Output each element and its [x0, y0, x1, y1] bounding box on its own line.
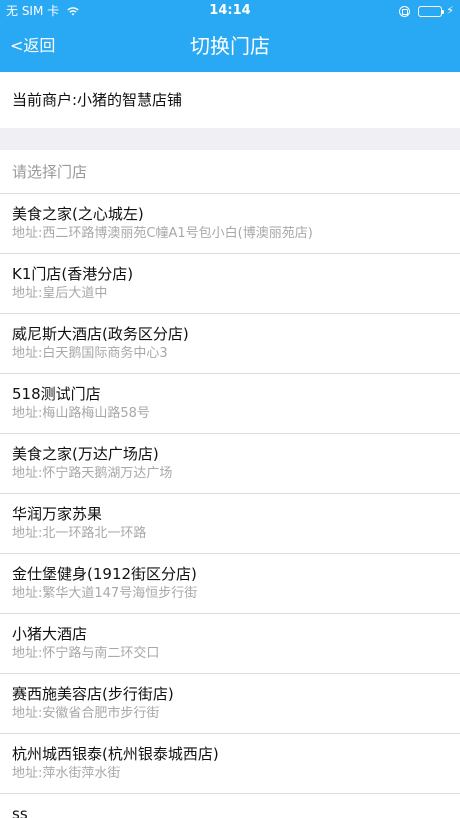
- current-merchant-label: 当前商户:小猪的智慧店铺: [0, 72, 460, 128]
- store-name: 金仕堡健身(1912街区分店): [12, 565, 197, 583]
- store-list-item[interactable]: 美食之家(之心城左) 地址:西二环路博澳丽苑C幢A1号包小白(博澳丽苑店): [0, 194, 460, 254]
- store-name: 518测试门店: [12, 385, 101, 403]
- store-name: 华润万家苏果: [12, 505, 103, 523]
- store-list: 美食之家(之心城左) 地址:西二环路博澳丽苑C幢A1号包小白(博澳丽苑店) K1门店…: [0, 194, 460, 818]
- status-bar: 无 SIM 卡 14:14 ⚡: [0, 0, 460, 22]
- store-name: ss: [12, 805, 28, 818]
- store-list-item[interactable]: 华润万家苏果地址:北一环路北一环路: [0, 494, 460, 554]
- store-name: 美食之家(之心城左): [12, 205, 144, 223]
- store-list-item[interactable]: 小猪大酒店地址:怀宁路与南二环交口: [0, 614, 460, 674]
- orientation-lock-icon: [399, 5, 411, 17]
- status-right: ⚡: [399, 0, 454, 22]
- charging-bolt-icon: ⚡: [446, 4, 454, 17]
- select-store-hint: 请选择门店: [0, 150, 460, 194]
- store-address: 地址:萍水街萍水街: [12, 766, 121, 781]
- store-name: 赛西施美容店(步行街店): [12, 685, 174, 703]
- store-list-item[interactable]: ss: [0, 794, 460, 818]
- store-list-item[interactable]: K1门店(香港分店) 地址:皇后大道中: [0, 254, 460, 314]
- store-list-item[interactable]: 美食之家(万达广场店) 地址:怀宁路天鹅湖万达广场: [0, 434, 460, 494]
- store-list-item[interactable]: 金仕堡健身(1912街区分店) 地址:繁华大道147号海恒步行街: [0, 554, 460, 614]
- store-name: 美食之家(万达广场店): [12, 445, 159, 463]
- store-list-item[interactable]: 赛西施美容店(步行街店) 地址:安徽省合肥市步行街: [0, 674, 460, 734]
- store-name: K1门店(香港分店): [12, 265, 134, 283]
- top-bar: 无 SIM 卡 14:14 ⚡ <返回 切换门店: [0, 0, 460, 72]
- store-address: 地址:繁华大道147号海恒步行街: [12, 586, 198, 601]
- section-divider: [0, 128, 460, 150]
- store-address: 地址:怀宁路天鹅湖万达广场: [12, 466, 173, 481]
- store-address: 地址:西二环路博澳丽苑C幢A1号包小白(博澳丽苑店): [12, 226, 313, 241]
- status-time: 14:14: [209, 3, 251, 18]
- store-address: 地址:梅山路梅山路58号: [12, 406, 150, 421]
- store-name: 威尼斯大酒店(政务区分店): [12, 325, 189, 343]
- battery-icon: [418, 5, 445, 17]
- store-address: 地址:安徽省合肥市步行街: [12, 706, 160, 721]
- page-title: 切换门店: [190, 34, 270, 58]
- store-name: 杭州城西银泰(杭州银泰城西店): [12, 745, 219, 763]
- store-list-item[interactable]: 518测试门店地址:梅山路梅山路58号: [0, 374, 460, 434]
- store-list-item[interactable]: 威尼斯大酒店(政务区分店) 地址:白天鹅国际商务中心3: [0, 314, 460, 374]
- store-address: 地址:北一环路北一环路: [12, 526, 147, 541]
- store-name: 小猪大酒店: [12, 625, 88, 643]
- store-address: 地址:怀宁路与南二环交口: [12, 646, 160, 661]
- store-list-item[interactable]: 杭州城西银泰(杭州银泰城西店) 地址:萍水街萍水街: [0, 734, 460, 794]
- store-address: 地址:皇后大道中: [12, 286, 108, 301]
- app-screen: 无 SIM 卡 14:14 ⚡ <返回 切换门店 当前商户:小猪的智慧店铺 请选…: [0, 0, 460, 818]
- nav-bar: <返回 切换门店: [0, 22, 460, 72]
- store-address: 地址:白天鹅国际商务中心3: [12, 346, 168, 361]
- back-button[interactable]: <返回: [10, 22, 55, 72]
